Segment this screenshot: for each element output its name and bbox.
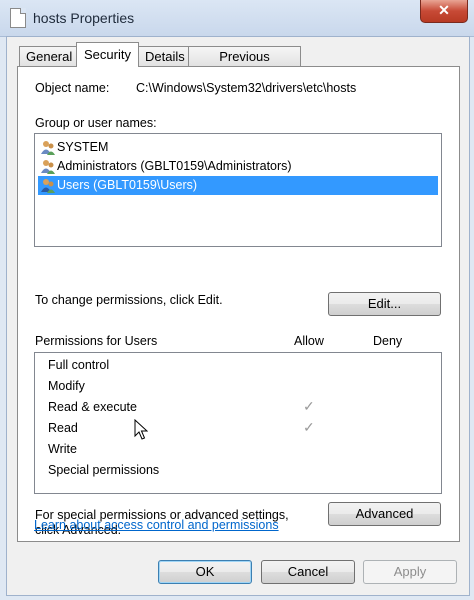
allow-header: Allow <box>294 334 324 348</box>
dialog-body: General Security Details Previous Versio… <box>6 36 470 596</box>
allow-check-icon: ✓ <box>303 419 315 435</box>
group-name: Users (GBLT0159\Users) <box>57 178 198 192</box>
object-name-label: Object name: <box>35 81 110 95</box>
change-permissions-text: To change permissions, click Edit. <box>35 293 223 307</box>
list-item[interactable]: Administrators (GBLT0159\Administrators) <box>38 157 292 176</box>
deny-header: Deny <box>373 334 403 348</box>
permissions-list[interactable]: Full control Modify Read & execute Read … <box>34 352 442 494</box>
group-list-label: Group or user names: <box>35 116 157 130</box>
apply-button[interactable]: Apply <box>363 560 457 584</box>
permission-row: Write <box>48 442 77 456</box>
group-list[interactable]: SYSTEM Administrators (GBLT0159\Administ… <box>34 133 442 247</box>
permission-row: Modify <box>48 379 85 393</box>
group-name: Administrators (GBLT0159\Administrators) <box>57 159 292 173</box>
tab-details[interactable]: Details <box>138 46 189 66</box>
tab-security[interactable]: Security <box>76 42 139 67</box>
close-button[interactable]: ✕ <box>420 0 468 23</box>
learn-more-link[interactable]: Learn about access control and permissio… <box>34 518 279 532</box>
title-bar[interactable]: hosts Properties ✕ <box>0 0 474 37</box>
permissions-for-label: Permissions for Users <box>35 334 158 348</box>
ok-button[interactable]: OK <box>158 560 252 584</box>
cancel-button[interactable]: Cancel <box>261 560 355 584</box>
permission-row: Read <box>48 421 78 435</box>
window-title: hosts Properties <box>33 10 135 26</box>
mouse-cursor-icon <box>134 419 148 440</box>
tab-general[interactable]: General <box>19 46 77 66</box>
permission-row: Read & execute <box>48 400 137 414</box>
security-panel: Object name: C:\Windows\System32\drivers… <box>17 66 460 542</box>
users-icon <box>41 179 55 193</box>
users-icon <box>41 160 55 174</box>
group-name: SYSTEM <box>57 140 109 154</box>
permission-row: Special permissions <box>48 463 160 477</box>
permission-row: Full control <box>48 358 110 372</box>
allow-check-icon: ✓ <box>303 398 315 414</box>
file-icon <box>10 8 26 28</box>
list-item-selected[interactable]: Users (GBLT0159\Users) <box>38 176 438 195</box>
edit-button[interactable]: Edit... <box>328 292 441 316</box>
advanced-button[interactable]: Advanced <box>328 502 441 526</box>
tab-previous-versions[interactable]: Previous Versions <box>188 46 301 84</box>
object-name-value: C:\Windows\System32\drivers\etc\hosts <box>136 81 357 95</box>
users-icon <box>41 141 55 155</box>
list-item[interactable]: SYSTEM <box>38 138 108 157</box>
